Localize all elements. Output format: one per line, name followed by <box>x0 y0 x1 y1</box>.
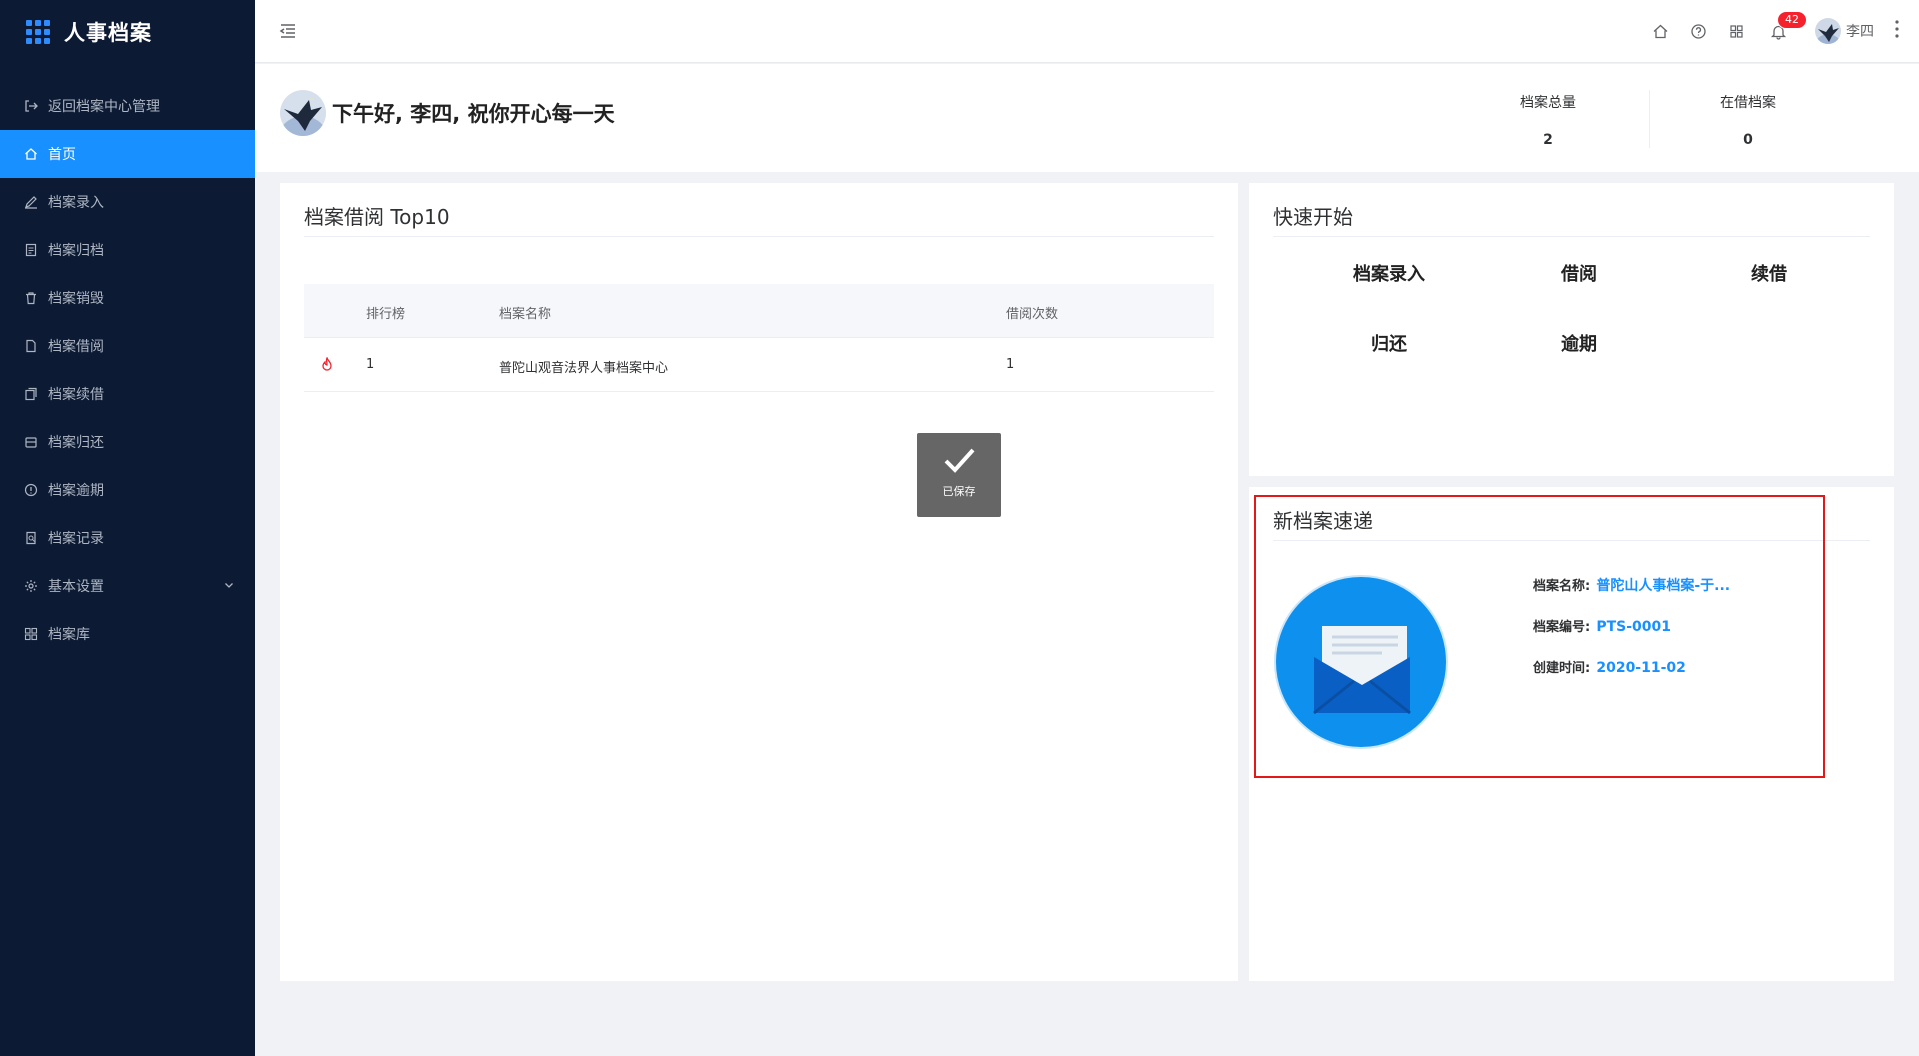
news-name-link[interactable]: 普陀山人事档案-于... <box>1596 578 1730 594</box>
sidebar-item-label: 档案记录 <box>48 531 104 547</box>
stat-label: 档案总量 <box>1520 95 1576 111</box>
notification-badge: 42 <box>1777 11 1807 29</box>
sidebar-nav: 返回档案中心管理 首页 档案录入 档案归档 档案销毁 档案借阅 档案续借 档案归… <box>0 82 255 658</box>
news-created-row: 创建时间: 2020-11-02 <box>1533 657 1686 676</box>
search-doc-icon <box>26 531 36 545</box>
stat-total: 档案总量 2 <box>1468 92 1628 148</box>
divider <box>1649 90 1650 148</box>
saved-toast: 已保存 <box>917 433 1001 517</box>
apps-icon[interactable] <box>1728 23 1745 40</box>
more-vertical-icon[interactable] <box>1894 18 1900 40</box>
document-icon <box>26 339 36 353</box>
sidebar-item-renew[interactable]: 档案续借 <box>0 370 255 418</box>
column-header[interactable]: 排行榜 <box>366 303 405 322</box>
greeting-text: 下午好, 李四, 祝你开心每一天 <box>332 102 615 126</box>
card-title: 快速开始 <box>1273 205 1353 229</box>
user-name[interactable]: 李四 <box>1846 21 1874 41</box>
trash-icon <box>26 292 36 305</box>
divider <box>1273 540 1870 541</box>
sidebar-item-label: 档案归档 <box>48 243 104 259</box>
sidebar-item-back[interactable]: 返回档案中心管理 <box>0 82 255 130</box>
sidebar-item-label: 首页 <box>48 147 76 163</box>
exit-icon <box>25 100 38 112</box>
copy-icon <box>25 387 37 401</box>
sidebar-item-label: 基本设置 <box>48 579 104 595</box>
gear-icon <box>25 580 37 592</box>
column-header[interactable]: 档案名称 <box>499 303 551 322</box>
quick-borrow-link[interactable]: 借阅 <box>1499 260 1659 286</box>
sidebar-item-label: 档案逾期 <box>48 483 104 499</box>
info-label: 创建时间: <box>1533 661 1591 676</box>
rank-cell: 1 <box>366 357 375 372</box>
grid-icon <box>24 627 38 641</box>
card-title: 新档案速递 <box>1273 509 1373 533</box>
quick-overdue-link[interactable]: 逾期 <box>1499 330 1659 356</box>
sidebar-item-borrow[interactable]: 档案借阅 <box>0 322 255 370</box>
home-icon <box>25 148 37 160</box>
sidebar-item-label: 档案归还 <box>48 435 104 451</box>
chevron-down-icon <box>225 583 233 588</box>
news-created-value: 2020-11-02 <box>1596 660 1686 676</box>
top10-table: 排行榜 档案名称 借阅次数 1 普陀山观音法界人事档案中心 1 <box>304 284 1214 392</box>
info-label: 档案编号: <box>1533 620 1591 635</box>
sidebar-item-label: 档案库 <box>48 627 90 643</box>
home-icon[interactable] <box>1652 23 1669 40</box>
news-number-row: 档案编号: PTS-0001 <box>1533 616 1671 635</box>
sidebar-item-destroy[interactable]: 档案销毁 <box>0 274 255 322</box>
sidebar-item-entry[interactable]: 档案录入 <box>0 178 255 226</box>
sidebar-item-return[interactable]: 档案归还 <box>0 418 255 466</box>
sidebar-item-library[interactable]: 档案库 <box>0 610 255 658</box>
help-icon[interactable] <box>1690 23 1707 40</box>
sidebar: 人事档案 返回档案中心管理 首页 档案录入 档案归档 档案销毁 档案借阅 档案续… <box>0 0 255 1056</box>
archive-box-icon <box>25 437 37 448</box>
quickstart-card: 快速开始 档案录入 借阅 续借 归还 逾期 <box>1249 183 1894 476</box>
sidebar-item-home[interactable]: 首页 <box>0 130 255 178</box>
greeting-panel: 下午好, 李四, 祝你开心每一天 档案总量 2 在借档案 0 <box>255 64 1919 172</box>
sidebar-item-filing[interactable]: 档案归档 <box>0 226 255 274</box>
column-header[interactable]: 借阅次数 <box>1006 303 1058 322</box>
avatar <box>280 90 326 136</box>
divider <box>304 236 1214 237</box>
news-number-value: PTS-0001 <box>1596 619 1672 635</box>
card-title: 档案借阅 Top10 <box>304 205 450 229</box>
stat-label: 在借档案 <box>1720 95 1776 111</box>
news-name-row: 档案名称: 普陀山人事档案-于... <box>1533 575 1730 595</box>
logo[interactable]: 人事档案 <box>0 0 255 64</box>
sidebar-item-settings[interactable]: 基本设置 <box>0 562 255 610</box>
stat-value: 2 <box>1543 132 1553 148</box>
sidebar-item-label: 返回档案中心管理 <box>48 99 160 115</box>
quick-entry-link[interactable]: 档案录入 <box>1309 260 1469 286</box>
stat-borrowed: 在借档案 0 <box>1668 92 1828 148</box>
toast-text: 已保存 <box>942 485 976 498</box>
envelope-icon <box>1274 575 1448 749</box>
alert-circle-icon <box>24 483 38 497</box>
quick-renew-link[interactable]: 续借 <box>1689 260 1849 286</box>
sidebar-item-overdue[interactable]: 档案逾期 <box>0 466 255 514</box>
sidebar-item-label: 档案录入 <box>48 195 104 211</box>
table-header: 排行榜 档案名称 借阅次数 <box>304 284 1214 338</box>
stat-value: 0 <box>1743 132 1753 148</box>
avatar[interactable] <box>1815 18 1841 44</box>
info-label: 档案名称: <box>1533 579 1591 594</box>
count-cell: 1 <box>1006 357 1015 372</box>
checkmark-icon <box>944 448 975 473</box>
quick-return-link[interactable]: 归还 <box>1309 330 1469 356</box>
sidebar-item-records[interactable]: 档案记录 <box>0 514 255 562</box>
menu-fold-icon[interactable] <box>279 22 297 40</box>
table-row[interactable]: 1 普陀山观音法界人事档案中心 1 <box>304 338 1214 392</box>
sidebar-item-label: 档案借阅 <box>48 339 104 355</box>
sidebar-item-label: 档案续借 <box>48 387 104 403</box>
flame-icon <box>322 357 332 371</box>
top-bar <box>255 0 1919 63</box>
name-cell: 普陀山观音法界人事档案中心 <box>499 361 669 376</box>
divider <box>1273 236 1870 237</box>
apps-grid-icon <box>26 20 50 44</box>
top10-card: 档案借阅 Top10 排行榜 档案名称 借阅次数 1 普陀山观音法界人事档案中心… <box>280 183 1238 981</box>
sidebar-item-label: 档案销毁 <box>48 291 104 307</box>
app-title: 人事档案 <box>64 21 152 45</box>
edit-icon <box>25 196 37 209</box>
file-icon <box>25 243 37 257</box>
